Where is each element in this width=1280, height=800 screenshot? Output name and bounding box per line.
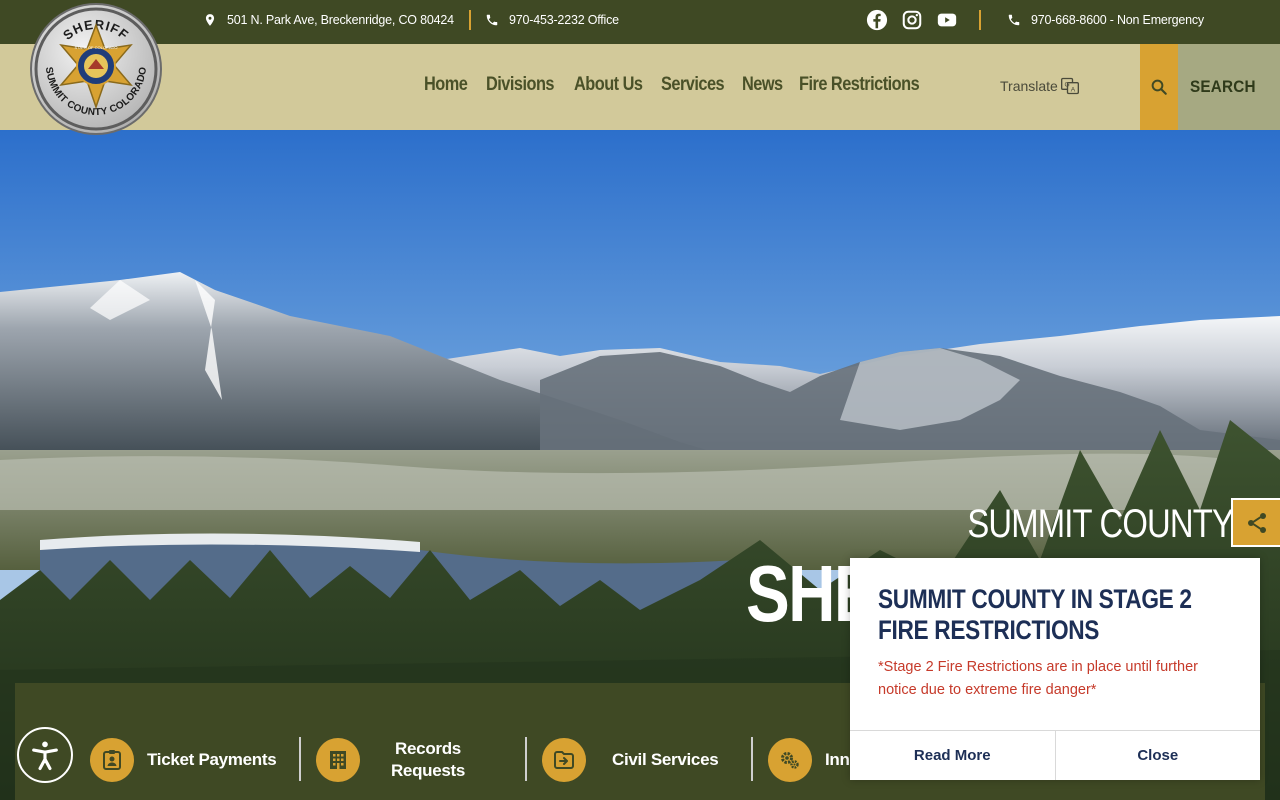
fire-restriction-alert: SUMMIT COUNTY IN STAGE 2 FIRE RESTRICTIO… [850,558,1260,780]
svg-text:G: G [1064,81,1069,88]
close-button[interactable]: Close [1054,731,1261,780]
divider [525,737,527,781]
folder-arrow-icon [542,738,586,782]
utility-bar: 501 N. Park Ave, Breckenridge, CO 80424 … [0,0,1280,44]
quick-link-ticket-payments[interactable]: Ticket Payments [90,736,277,784]
accessibility-icon [32,741,58,771]
instagram-icon[interactable] [900,8,924,32]
main-nav: Home Divisions About Us Services News Fi… [0,44,1280,130]
translate-icon: AG [1060,77,1079,95]
logo-seal-text: STATE OF COLORADO [75,45,118,50]
translate-label: Translate [1000,78,1058,94]
read-more-button[interactable]: Read More [850,731,1055,780]
quick-link-label: Civil Services [612,750,719,769]
svg-text:A: A [1071,86,1076,93]
share-button[interactable] [1231,498,1280,547]
youtube-icon[interactable] [935,8,959,32]
search-icon-button[interactable] [1140,44,1178,130]
gears-icon [768,738,812,782]
quick-link-label: Ticket Payments [147,750,277,769]
non-emergency-phone-text: 970-668-8600 - Non Emergency [1031,13,1204,27]
quick-link-label: Records Requests [390,739,466,780]
phone-icon [1008,14,1020,26]
nav-services[interactable]: Services [661,74,725,100]
nav-fire-restrictions[interactable]: Fire Restrictions [799,74,920,100]
office-phone-text: 970-453-2232 Office [509,13,619,27]
nav-divisions[interactable]: Divisions [486,74,555,100]
divider [299,737,301,781]
divider [751,737,753,781]
translate-button[interactable]: Translate AG [1000,76,1080,96]
share-icon [1247,512,1266,533]
nav-home[interactable]: Home [424,74,468,100]
quick-link-records-requests[interactable]: Records Requests [316,736,483,784]
divider [469,10,471,30]
alert-title: SUMMIT COUNTY IN STAGE 2 FIRE RESTRICTIO… [878,584,1192,645]
divider [979,10,981,30]
alert-message: *Stage 2 Fire Restrictions are in place … [878,659,1198,698]
accessibility-button[interactable] [17,727,73,783]
building-icon [316,738,360,782]
search-label: SEARCH [1190,77,1256,96]
facebook-icon[interactable] [865,8,889,32]
quick-link-civil-services[interactable]: Civil Services [542,736,719,784]
office-phone-link[interactable]: 970-453-2232 Office [485,0,619,40]
badge-icon [90,738,134,782]
hero-subtitle: SUMMIT COUNTY [967,502,1234,546]
address-link[interactable]: 501 N. Park Ave, Breckenridge, CO 80424 [203,0,454,40]
address-text: 501 N. Park Ave, Breckenridge, CO 80424 [227,13,454,27]
search-icon [1151,79,1167,95]
alert-actions: Read More Close [850,730,1260,780]
phone-icon [486,14,498,26]
quick-link-label: Inn [825,750,850,769]
map-pin-icon [205,14,215,26]
sheriff-badge-logo[interactable]: SHERIFF SUMMIT COUNTY COLORADO STATE OF … [30,3,162,135]
nav-about-us[interactable]: About Us [574,74,643,100]
non-emergency-phone-link[interactable]: 970-668-8600 - Non Emergency [1007,0,1204,40]
nav-news[interactable]: News [742,74,783,100]
search-button[interactable]: SEARCH [1178,44,1280,130]
quick-link-inmate[interactable]: Inn [768,736,850,784]
